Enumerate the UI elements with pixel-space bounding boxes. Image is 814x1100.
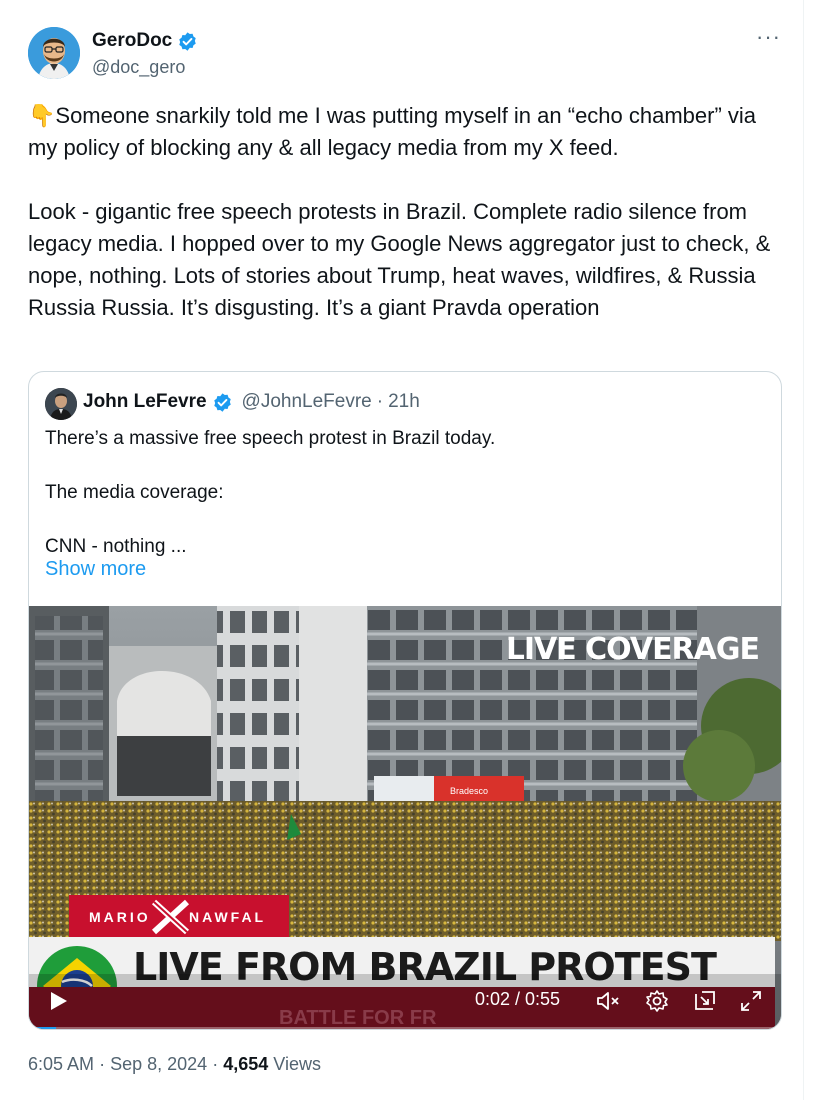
store-sign: Bradesco bbox=[450, 786, 488, 796]
verified-badge-icon bbox=[213, 392, 231, 412]
separator-dot: · bbox=[376, 391, 384, 412]
live-coverage-badge: LIVE COVERAGE bbox=[506, 632, 759, 667]
verified-badge-icon bbox=[179, 31, 196, 51]
quoted-timestamp[interactable]: 21h bbox=[388, 391, 420, 413]
views-label: Views bbox=[273, 1054, 321, 1074]
video-player[interactable]: Bradesco LIVE COVERAGE MARIO NAWFAL LIVE… bbox=[29, 606, 782, 1030]
tweet-text: 👇Someone snarkily told me I was putting … bbox=[28, 103, 771, 320]
progress-track[interactable] bbox=[29, 1027, 782, 1030]
volume-muted-icon[interactable] bbox=[595, 989, 621, 1013]
separator-dot: · bbox=[212, 1054, 219, 1074]
fullscreen-icon[interactable] bbox=[739, 989, 763, 1013]
quoted-header: John LeFevre @JohnLeFevre · 21h bbox=[83, 391, 420, 413]
views-count: 4,654 bbox=[223, 1054, 269, 1074]
author-avatar[interactable] bbox=[28, 27, 80, 79]
show-more-link[interactable]: Show more bbox=[45, 558, 146, 581]
gear-icon[interactable] bbox=[645, 989, 669, 1013]
post-time[interactable]: 6:05 AM bbox=[28, 1054, 94, 1074]
tweet-card: GeroDoc @doc_gero ··· 👇Someone snarkily … bbox=[0, 0, 804, 1100]
avatar-illustration bbox=[28, 27, 80, 79]
tweet-meta: 6:05 AM · Sep 8, 2024 · 4,654 Views bbox=[28, 1054, 321, 1075]
post-date[interactable]: Sep 8, 2024 bbox=[110, 1054, 207, 1074]
brand-left-text: MARIO bbox=[89, 909, 151, 925]
play-icon[interactable] bbox=[47, 990, 69, 1012]
quoted-avatar-illustration bbox=[45, 388, 77, 420]
quoted-author-handle[interactable]: @JohnLeFevre bbox=[242, 391, 372, 413]
author-name[interactable]: GeroDoc bbox=[92, 30, 172, 52]
quoted-author-name[interactable]: John LeFevre bbox=[83, 391, 207, 413]
quoted-tweet[interactable]: John LeFevre @JohnLeFevre · 21h There’s … bbox=[28, 371, 782, 1030]
quoted-author-avatar[interactable] bbox=[45, 388, 77, 420]
video-frame: Bradesco LIVE COVERAGE MARIO NAWFAL LIVE… bbox=[29, 606, 782, 1030]
more-options-icon[interactable]: ··· bbox=[756, 24, 781, 50]
progress-fill bbox=[29, 1027, 57, 1029]
video-time: 0:02 / 0:55 bbox=[475, 989, 561, 1009]
quoted-text: There’s a massive free speech protest in… bbox=[45, 428, 496, 557]
author-name-row[interactable]: GeroDoc bbox=[92, 30, 198, 52]
picture-in-picture-icon[interactable] bbox=[693, 989, 717, 1013]
separator-dot: · bbox=[99, 1054, 106, 1074]
author-handle[interactable]: @doc_gero bbox=[92, 57, 185, 78]
brand-right-text: NAWFAL bbox=[189, 909, 266, 925]
